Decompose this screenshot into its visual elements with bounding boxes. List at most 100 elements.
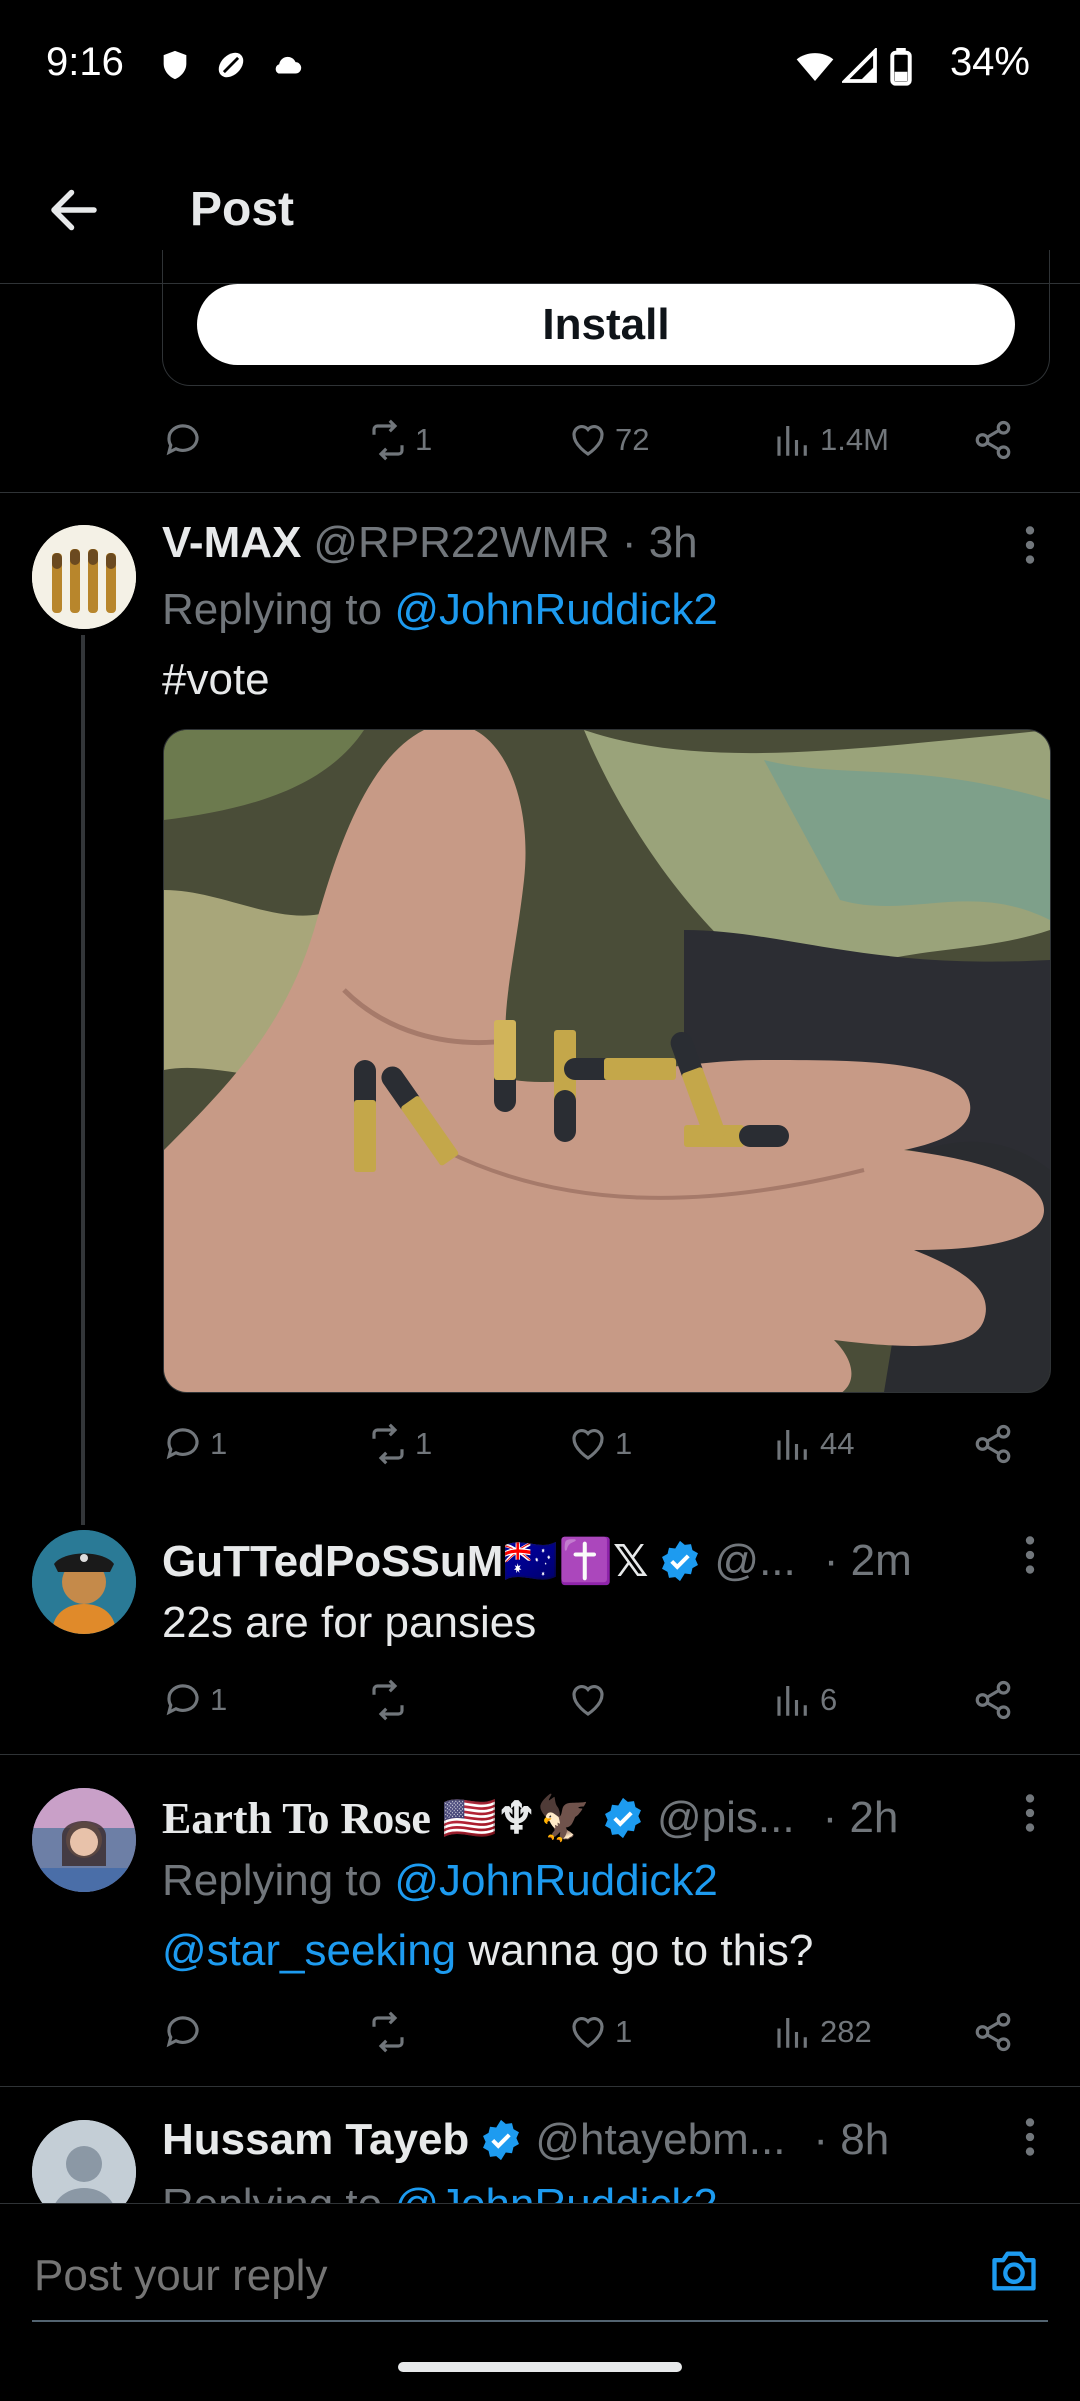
post-image[interactable]	[163, 729, 1051, 1393]
more-options-icon[interactable]	[1020, 520, 1040, 570]
display-name[interactable]: GuTTedPoSSuM🇦🇺✝️𝕏	[162, 1535, 648, 1587]
back-arrow-icon[interactable]	[44, 180, 104, 240]
views-button[interactable]: 44	[772, 1414, 854, 1474]
retweet-button[interactable]	[367, 1670, 409, 1730]
reply-count: 1	[210, 1682, 228, 1717]
shield-icon	[163, 50, 187, 80]
reply-button[interactable]: 1	[162, 1670, 227, 1730]
replying-to-link[interactable]: @JohnRuddick2	[394, 585, 718, 634]
avatar-image	[32, 525, 136, 629]
post-header: GuTTedPoSSuM🇦🇺✝️𝕏 @... · 2m	[162, 1535, 912, 1587]
install-button[interactable]: Install	[197, 284, 1015, 365]
page-title: Post	[190, 183, 295, 236]
views-chart-icon	[777, 426, 807, 456]
verified-badge-icon	[605, 1797, 641, 1839]
retweet-icon	[372, 2011, 404, 2053]
hashtag-link[interactable]: #vote	[162, 655, 270, 705]
display-name[interactable]: V-MAX	[162, 518, 301, 568]
heart-icon	[572, 1429, 604, 1460]
post-action-bar: 1 6	[162, 1670, 1032, 1730]
reply-icon	[166, 424, 199, 456]
more-options-icon[interactable]	[1020, 1530, 1040, 1580]
retweet-count: 1	[415, 422, 433, 457]
divider	[0, 492, 1080, 493]
like-count: 72	[615, 422, 650, 457]
user-handle[interactable]: @pis...	[657, 1793, 795, 1843]
post-time: · 2h	[822, 1793, 899, 1842]
retweet-button[interactable]: 1	[367, 410, 432, 470]
avatar[interactable]	[32, 1788, 136, 1892]
mention-link[interactable]: @star_seeking	[162, 1926, 456, 1975]
reply-input[interactable]	[32, 2240, 956, 2312]
more-options-icon[interactable]	[1020, 1788, 1040, 1838]
ad-action-bar: 1 72 1.4M	[162, 410, 1032, 470]
leaf-icon	[218, 52, 244, 78]
reply-count: 1	[210, 1426, 228, 1461]
share-button[interactable]	[972, 1670, 1014, 1730]
views-button[interactable]: 6	[772, 1670, 837, 1730]
avatar[interactable]	[32, 525, 136, 629]
avatar-image	[32, 1788, 136, 1892]
views-chart-icon	[777, 1686, 807, 1716]
retweet-icon	[372, 419, 404, 461]
post-action-bar: 1 282	[162, 2002, 1032, 2062]
retweet-count: 1	[415, 1426, 433, 1461]
views-button[interactable]: 1.4M	[772, 410, 889, 470]
battery-icon	[890, 48, 912, 86]
retweet-button[interactable]: 1	[367, 1414, 432, 1474]
like-button[interactable]: 72	[567, 410, 649, 470]
views-chart-icon	[777, 1430, 807, 1460]
post-action-bar: 1 1 1 44	[162, 1414, 1032, 1474]
wifi-icon	[796, 53, 834, 81]
views-count: 44	[820, 1426, 855, 1461]
reply-button[interactable]	[162, 2002, 204, 2062]
replying-prefix: Replying to	[162, 1856, 395, 1905]
cloud-icon	[275, 56, 302, 74]
like-button[interactable]: 1	[567, 1414, 632, 1474]
post-text: wanna go to this?	[456, 1926, 814, 1975]
share-button[interactable]	[972, 1414, 1014, 1474]
heart-icon	[572, 1685, 604, 1716]
thread-line	[81, 635, 85, 1525]
like-button[interactable]	[567, 1670, 609, 1730]
user-handle[interactable]: @...	[714, 1536, 795, 1586]
replying-to-link[interactable]: @JohnRuddick2	[394, 1856, 718, 1905]
verified-badge-icon	[662, 1540, 699, 1582]
views-button[interactable]: 282	[772, 2002, 872, 2062]
views-count: 282	[820, 2014, 872, 2049]
views-count: 1.4M	[820, 422, 889, 457]
post-header: Earth To Rose 🇺🇸♆🦅 @pis... · 2h	[162, 1792, 898, 1844]
divider	[0, 2086, 1080, 2087]
avatar[interactable]	[32, 1530, 136, 1634]
replying-to: Replying to @JohnRuddick2	[162, 1856, 718, 1906]
retweet-icon	[372, 1423, 404, 1465]
share-button[interactable]	[972, 2002, 1014, 2062]
retweet-button[interactable]	[367, 2002, 409, 2062]
more-options-icon[interactable]	[1020, 2112, 1040, 2162]
camera-icon[interactable]	[988, 2245, 1040, 2297]
home-indicator[interactable]	[398, 2362, 682, 2372]
heart-icon	[572, 425, 604, 456]
reply-icon	[166, 1428, 199, 1460]
display-name[interactable]: Hussam Tayeb	[162, 2115, 469, 2165]
reply-button[interactable]	[162, 410, 204, 470]
post-image-photo	[164, 730, 1050, 1392]
reply-icon	[166, 2016, 199, 2048]
replying-to: Replying to @JohnRuddick2	[162, 585, 718, 635]
post-text: 22s are for pansies	[162, 1598, 537, 1647]
post-header: Hussam Tayeb @htayebm... · 8h	[162, 2115, 889, 2165]
share-icon	[975, 1424, 1011, 1464]
divider	[0, 1754, 1080, 1755]
share-button[interactable]	[972, 410, 1014, 470]
like-count: 1	[615, 1426, 633, 1461]
user-handle[interactable]: @htayebm...	[535, 2115, 785, 2165]
verified-badge-icon	[483, 2119, 520, 2161]
display-name[interactable]: Earth To Rose 🇺🇸♆🦅	[162, 1792, 591, 1844]
post-time: · 3h	[621, 518, 698, 567]
post-time: · 8h	[813, 2115, 890, 2164]
like-button[interactable]: 1	[567, 2002, 632, 2062]
reply-button[interactable]: 1	[162, 1414, 227, 1474]
avatar-image	[32, 1530, 136, 1634]
like-count: 1	[615, 2014, 633, 2049]
user-handle[interactable]: @RPR22WMR	[313, 518, 609, 568]
